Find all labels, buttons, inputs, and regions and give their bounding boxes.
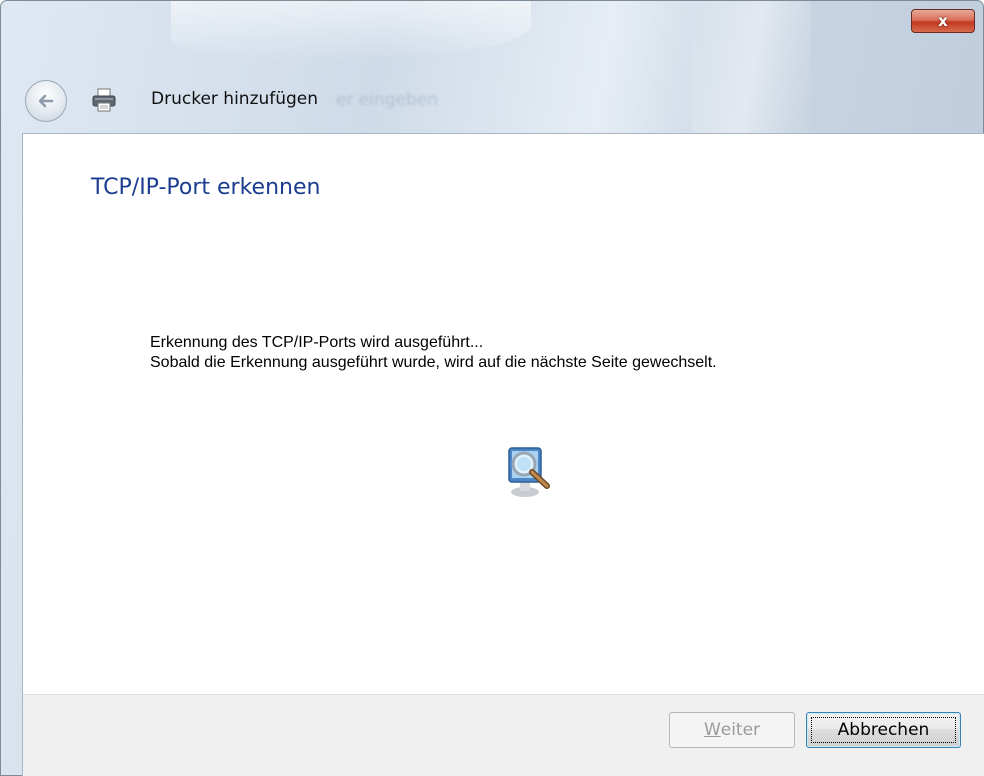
- back-arrow-icon: [38, 94, 54, 108]
- window-title: Drucker hinzufügen: [151, 89, 319, 109]
- close-button[interactable]: x: [911, 9, 975, 33]
- wizard-content: TCP/IP-Port erkennen Erkennung des TCP/I…: [22, 133, 984, 694]
- status-line-1: Erkennung des TCP/IP-Ports wird ausgefüh…: [150, 334, 484, 351]
- printer-icon: [92, 88, 116, 112]
- status-line-2: Sobald die Erkennung ausgeführt wurde, w…: [150, 354, 717, 371]
- close-icon: x: [938, 12, 948, 30]
- search-computer-icon: [508, 447, 550, 497]
- ghost-title-text: er eingeben: [336, 90, 439, 110]
- back-button[interactable]: [25, 80, 67, 122]
- next-accelerator: W: [703, 720, 721, 740]
- button-bar: Weiter Abbrechen: [22, 694, 984, 776]
- glass-highlight: [691, 1, 811, 135]
- status-text: Erkennung des TCP/IP-Ports wird ausgefüh…: [150, 333, 717, 373]
- next-button[interactable]: Weiter: [669, 712, 795, 748]
- next-label: eiter: [720, 720, 761, 740]
- focus-rectangle: [811, 717, 956, 743]
- page-title: TCP/IP-Port erkennen: [91, 175, 321, 200]
- glass-highlight-top: [171, 1, 531, 61]
- cancel-button[interactable]: Abbrechen: [806, 712, 961, 748]
